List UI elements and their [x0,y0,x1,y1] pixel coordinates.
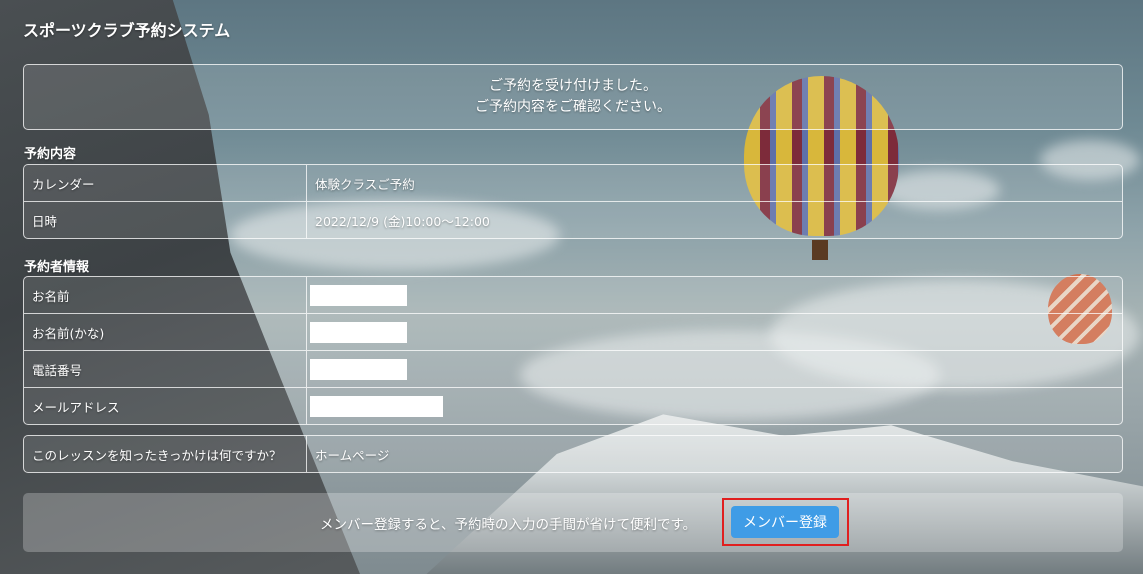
row-value-calendar: 体験クラスご予約 [315,176,415,192]
table-row: このレッスンを知ったきっかけは何ですか？ ホームページ [24,436,1122,472]
table-row: お名前(かな) [24,313,1122,350]
row-label-name-kana: お名前(かな) [24,313,307,350]
redacted-value [310,358,407,380]
table-row: メールアドレス [24,387,1122,424]
row-label-datetime: 日時 [24,201,307,238]
row-label-survey: このレッスンを知ったきっかけは何ですか？ [24,436,307,472]
row-label-calendar: カレンダー [24,165,307,201]
row-label-phone: 電話番号 [24,350,307,387]
row-value-email [307,387,1122,424]
notice-line-2: ご予約内容をご確認ください。 [475,99,671,115]
row-value-name-kana [307,313,1122,350]
reservation-table: カレンダー 体験クラスご予約 日時 2022/12/9 (金)10:00～12:… [23,164,1123,239]
row-value-datetime: 2022/12/9 (金)10:00～12:00 [307,201,1122,238]
confirmation-notice: ご予約を受け付けました。 ご予約内容をご確認ください。 [23,64,1123,130]
row-value-phone [307,350,1122,387]
row-label-email: メールアドレス [24,387,307,424]
reservation-heading: 予約内容 [24,147,77,162]
survey-table: このレッスンを知ったきっかけは何ですか？ ホームページ [23,435,1123,473]
row-value-survey: ホームページ [315,447,390,463]
table-row: 日時 2022/12/9 (金)10:00～12:00 [24,201,1122,238]
redacted-value [310,321,407,343]
row-label-name: お名前 [24,277,307,313]
notice-line-1: ご予約を受け付けました。 [489,78,657,94]
table-row: 電話番号 [24,350,1122,387]
app-title: スポーツクラブ予約システム [23,21,231,40]
member-registration-button[interactable]: メンバー登録 [731,506,839,538]
redacted-value [310,395,443,417]
member-registration-banner: メンバー登録すると、予約時の入力の手間が省けて便利です。 メンバー登録 [23,493,1123,552]
member-registration-text: メンバー登録すると、予約時の入力の手間が省けて便利です。 [320,517,697,533]
redacted-value [310,284,407,306]
reserver-table: お名前 お名前(かな) 電話番号 メールアドレス [23,276,1123,425]
table-row: カレンダー 体験クラスご予約 [24,165,1122,201]
table-row: お名前 [24,277,1122,313]
row-value-name [307,277,1122,313]
reserver-heading: 予約者情報 [24,260,90,275]
